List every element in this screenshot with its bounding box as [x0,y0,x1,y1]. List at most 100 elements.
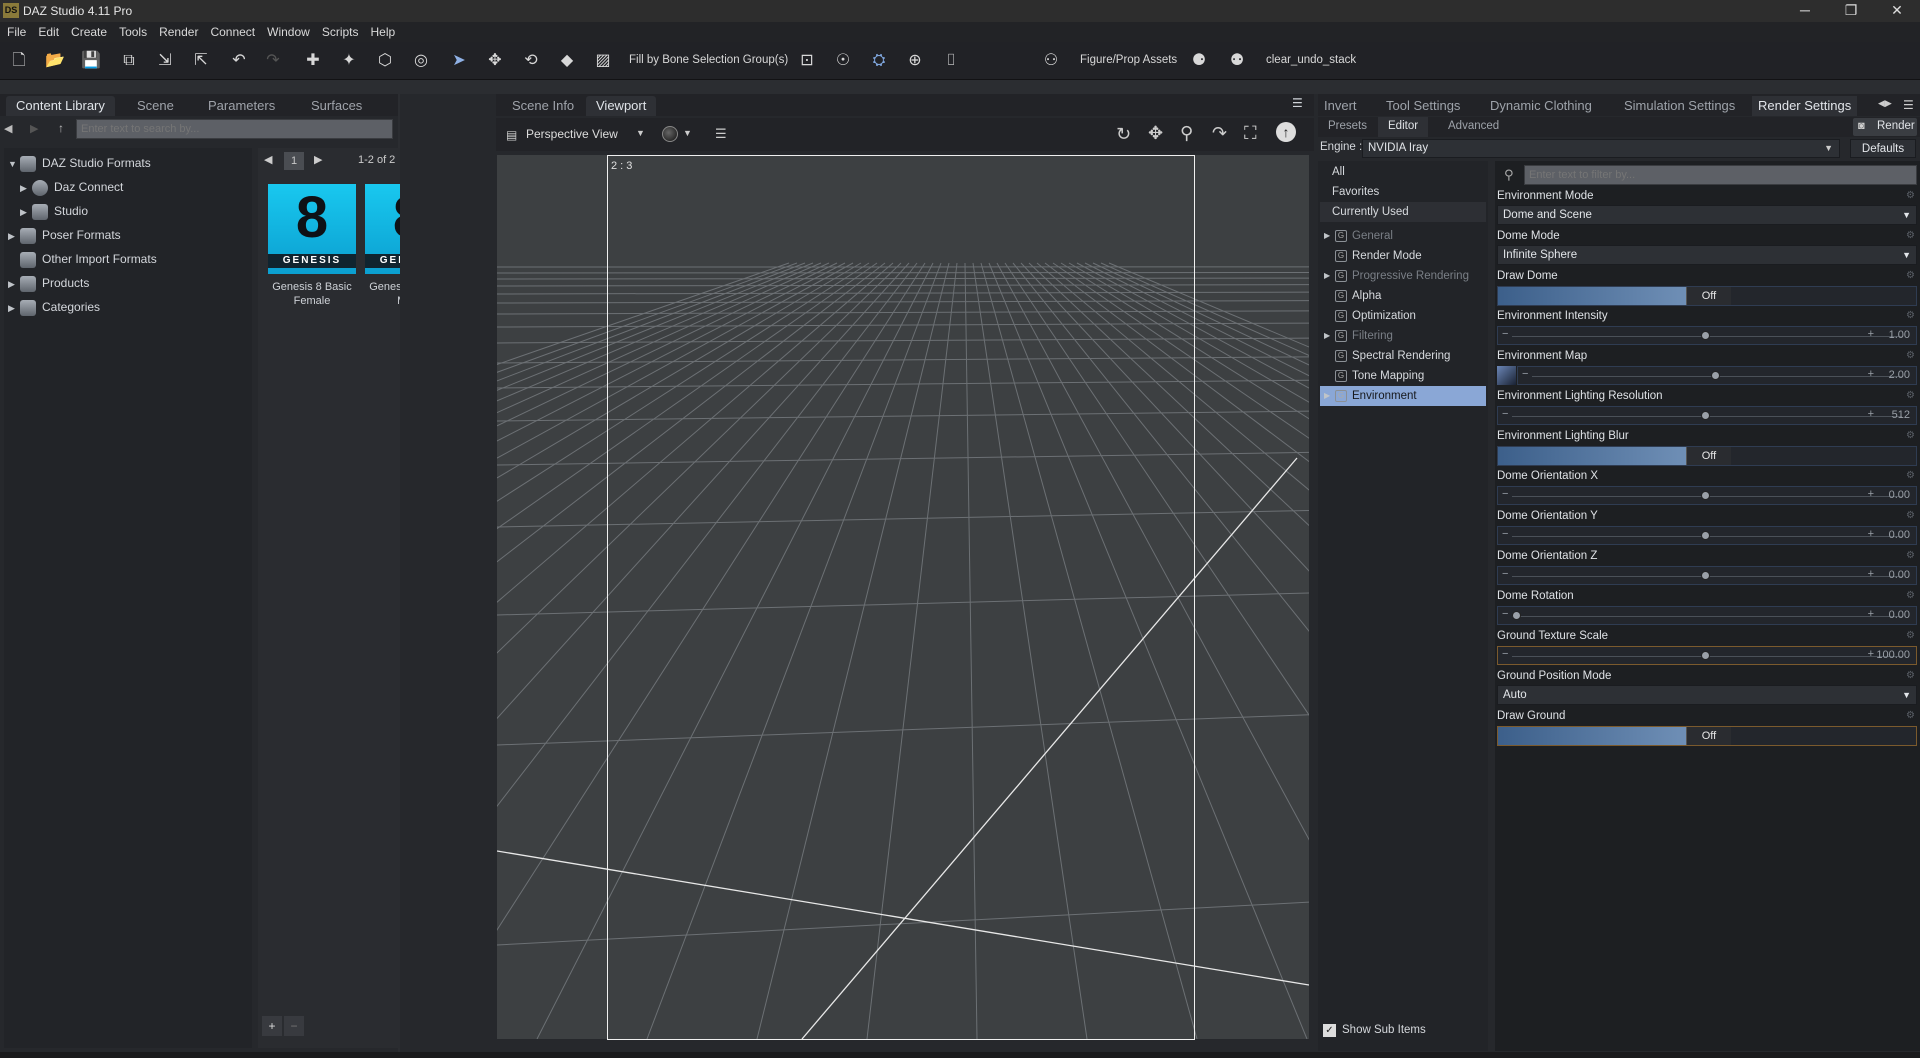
weight-map-brush-icon[interactable]: ▨ [592,50,614,72]
dome-orientation-z-slider[interactable]: − +0.00 [1497,566,1917,585]
slider-knob[interactable] [1701,571,1710,580]
asset-thumbnail-female[interactable]: 8 GENESIS [268,184,356,274]
new-scene-icon[interactable]: 🗋 [8,50,30,72]
environment-map-slider[interactable]: − +2.00 [1517,366,1917,385]
slider-knob[interactable] [1701,411,1710,420]
slider-knob[interactable] [1512,611,1521,620]
export-icon[interactable]: ⇱ [190,50,212,72]
viewport-options-icon[interactable]: ☰ [715,126,727,142]
tree-products[interactable]: ▶ Products [8,272,89,294]
show-sub-items-checkbox[interactable]: ✓ [1323,1024,1336,1037]
slider-knob[interactable] [1701,331,1710,340]
open-icon[interactable]: 📂 [44,50,66,72]
minimize-button[interactable]: ─ [1782,0,1828,22]
zoom-icon[interactable]: ⚲ [1180,123,1193,144]
merge-icon[interactable]: ⧉ [118,50,140,72]
subtab-advanced[interactable]: Advanced [1448,120,1499,132]
group-favorites[interactable]: Favorites [1320,182,1486,202]
undo-icon[interactable]: ↶ [228,50,250,72]
draw-ground-toggle[interactable]: Off [1497,726,1917,746]
environment-map-thumbnail[interactable] [1497,366,1516,385]
subtab-presets[interactable]: Presets [1328,120,1367,132]
light-icon[interactable]: ◎ [410,50,432,72]
property-options-gear-icon[interactable]: ⚙ [1906,350,1915,361]
aim-icon[interactable]: ↑ [1276,122,1296,142]
dome-orientation-x-slider[interactable]: − +0.00 [1497,486,1917,505]
subtab-editor[interactable]: Editor [1378,117,1429,137]
property-options-gear-icon[interactable]: ⚙ [1906,190,1915,201]
create-figure-icon[interactable]: ✚ [302,50,324,72]
menu-tools[interactable]: Tools [112,22,152,39]
page-number[interactable]: 1 [284,152,304,170]
select-tool-icon[interactable]: ➤ [448,50,470,72]
environment-mode-dropdown[interactable]: Dome and Scene ▼ [1497,205,1917,225]
viewport-pane-menu-icon[interactable]: ☰ [1292,97,1306,109]
tree-other-import-formats[interactable]: Other Import Formats [8,248,157,270]
property-options-gear-icon[interactable]: ⚙ [1906,430,1915,441]
property-options-gear-icon[interactable]: ⚙ [1906,710,1915,721]
draw-style-dropdown-icon[interactable]: ▼ [683,128,692,138]
close-button[interactable]: ✕ [1874,0,1920,22]
menu-scripts[interactable]: Scripts [315,22,364,39]
dome-mode-dropdown[interactable]: Infinite Sphere ▼ [1497,245,1917,265]
category-general[interactable]: ▶ G General [1320,226,1486,246]
category-filtering[interactable]: ▶ G Filtering [1320,326,1486,346]
frame-icon[interactable]: ⛶ [1244,123,1257,144]
category-tone-mapping[interactable]: G Tone Mapping [1320,366,1486,386]
slider-knob[interactable] [1701,531,1710,540]
universal-tool-icon[interactable]: ✥ [484,50,506,72]
remove-button[interactable]: − [284,1016,304,1036]
camera-selector[interactable]: Perspective View [526,127,646,141]
tab-parameters[interactable]: Parameters [198,96,285,116]
property-options-gear-icon[interactable]: ⚙ [1906,390,1915,401]
import-icon[interactable]: ⇲ [154,50,176,72]
undo-stack-icon[interactable]: ⚉ [1226,50,1248,72]
tab-render-settings[interactable]: Render Settings [1752,96,1858,116]
property-options-gear-icon[interactable]: ⚙ [1906,670,1915,681]
tab-dynamic-clothing[interactable]: Dynamic Clothing [1484,96,1598,116]
tree-daz-connect[interactable]: ▶ Daz Connect [20,176,123,198]
tab-scene[interactable]: Scene [127,96,184,116]
environment-lighting-resolution-slider[interactable]: − +512 [1497,406,1917,425]
render-button[interactable]: ◙ Render [1853,118,1917,136]
property-options-gear-icon[interactable]: ⚙ [1906,550,1915,561]
orbit-icon[interactable]: ↻ [1116,124,1131,145]
pose-tool-icon[interactable]: ☉ [832,50,854,72]
environment-lighting-blur-toggle[interactable]: Off [1497,446,1917,466]
group-all[interactable]: All [1320,162,1486,182]
tree-poser-formats[interactable]: ▶ Poser Formats [8,224,121,246]
content-search-input[interactable] [76,119,393,139]
category-render-mode[interactable]: G Render Mode [1320,246,1486,266]
figure-prop-icon[interactable]: ⚇ [1040,50,1062,72]
asset-label-female[interactable]: Genesis 8 Basic Female [263,280,361,308]
maximize-button[interactable]: ❐ [1828,0,1874,22]
tab-surfaces[interactable]: Surfaces [301,96,372,116]
property-options-gear-icon[interactable]: ⚙ [1906,510,1915,521]
slider-knob[interactable] [1701,651,1710,660]
camera-icon[interactable]: ⌷ [940,50,962,72]
asset-tool-icon[interactable]: ⚈ [1188,50,1210,72]
slider-knob[interactable] [1701,491,1710,500]
tab-viewport[interactable]: Viewport [586,96,657,116]
right-pane-menu-icon[interactable]: ☰ [1903,98,1914,112]
create-prop-icon[interactable]: ✦ [338,50,360,72]
viewport-layout-icon[interactable]: ▤ [506,128,517,142]
tab-invert[interactable]: Invert [1318,96,1363,116]
tab-scene-info[interactable]: Scene Info [502,96,584,116]
dome-rotation-slider[interactable]: − +0.00 [1497,606,1917,625]
group-currently-used[interactable]: Currently Used [1320,202,1486,222]
menu-window[interactable]: Window [260,22,315,39]
camera-add-icon[interactable]: ⊕ [904,50,926,72]
tree-categories[interactable]: ▶ Categories [8,296,100,318]
save-icon[interactable]: 💾 [80,50,102,72]
render-camera-icon[interactable]: ⛭ [868,50,890,72]
menu-edit[interactable]: Edit [31,22,64,39]
property-filter-input[interactable] [1524,165,1917,185]
up-icon[interactable]: ↑ [58,121,64,135]
geometry-tool-icon[interactable]: ◆ [556,50,578,72]
expand-arrow-icon[interactable]: ▶ [1324,266,1330,286]
expand-arrow-icon[interactable]: ▶ [1324,326,1330,346]
rotate-tool-icon[interactable]: ⟲ [520,50,542,72]
node-weight-icon[interactable]: ⊡ [796,50,818,72]
next-page-icon[interactable]: ▶ [314,153,322,166]
